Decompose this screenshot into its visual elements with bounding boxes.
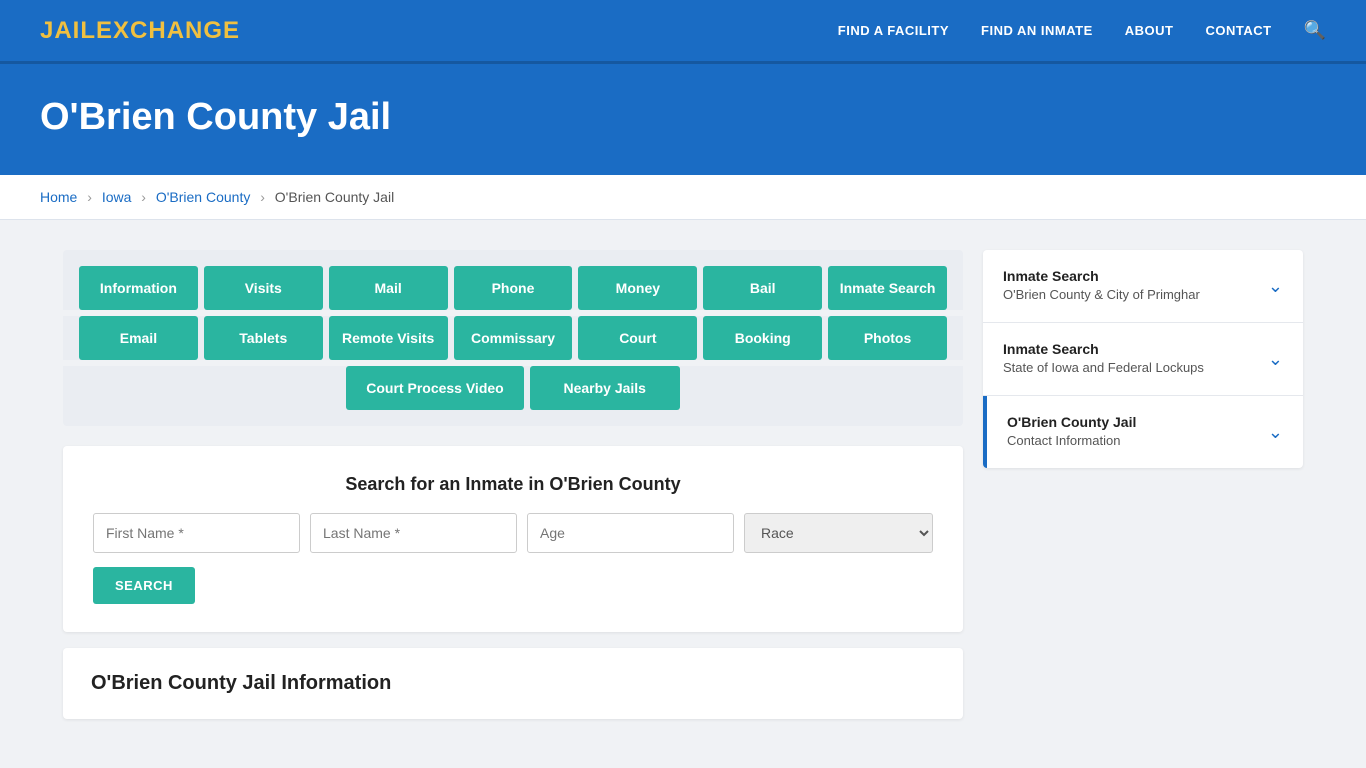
btn-visits[interactable]: Visits — [204, 266, 323, 310]
breadcrumb-obrien-county[interactable]: O'Brien County — [156, 189, 251, 205]
sidebar-strong-0: Inmate Search — [1003, 268, 1200, 284]
btn-phone[interactable]: Phone — [454, 266, 573, 310]
sidebar-item-1[interactable]: Inmate Search State of Iowa and Federal … — [983, 323, 1303, 396]
btn-mail[interactable]: Mail — [329, 266, 448, 310]
btn-booking[interactable]: Booking — [703, 316, 822, 360]
sidebar-sub-1: State of Iowa and Federal Lockups — [1003, 360, 1204, 375]
btn-inmate-search[interactable]: Inmate Search — [828, 266, 947, 310]
first-name-input[interactable] — [93, 513, 300, 553]
button-grid-row2: Email Tablets Remote Visits Commissary C… — [63, 316, 963, 360]
breadcrumb-current: O'Brien County Jail — [275, 189, 394, 205]
breadcrumb-home[interactable]: Home — [40, 189, 77, 205]
age-input[interactable] — [527, 513, 734, 553]
nav-contact[interactable]: CONTACT — [1205, 23, 1271, 38]
breadcrumb-iowa[interactable]: Iowa — [102, 189, 132, 205]
sidebar-text-0: Inmate Search O'Brien County & City of P… — [1003, 268, 1200, 304]
chevron-icon-1: ⌄ — [1268, 349, 1283, 370]
hero-banner: O'Brien County Jail — [0, 64, 1366, 175]
search-icon[interactable]: 🔍 — [1304, 20, 1326, 41]
sidebar-card: Inmate Search O'Brien County & City of P… — [983, 250, 1303, 468]
btn-court-process-video[interactable]: Court Process Video — [346, 366, 523, 410]
race-select[interactable]: Race White Black Hispanic Asian Other — [744, 513, 933, 553]
breadcrumb-sep-1: › — [87, 189, 92, 205]
chevron-icon-2: ⌄ — [1268, 422, 1283, 443]
btn-nearby-jails[interactable]: Nearby Jails — [530, 366, 680, 410]
sidebar-sub-2: Contact Information — [1007, 433, 1120, 448]
chevron-icon-0: ⌄ — [1268, 276, 1283, 297]
main-nav: FIND A FACILITY FIND AN INMATE ABOUT CON… — [838, 20, 1326, 41]
sidebar-item-0[interactable]: Inmate Search O'Brien County & City of P… — [983, 250, 1303, 323]
nav-find-inmate[interactable]: FIND AN INMATE — [981, 23, 1093, 38]
breadcrumb-sep-3: › — [260, 189, 265, 205]
btn-money[interactable]: Money — [578, 266, 697, 310]
logo-jail: JAIL — [40, 17, 96, 44]
logo-exchange: EXCHANGE — [96, 17, 240, 44]
info-section: O'Brien County Jail Information — [63, 648, 963, 719]
sidebar-text-1: Inmate Search State of Iowa and Federal … — [1003, 341, 1204, 377]
search-button[interactable]: SEARCH — [93, 567, 195, 604]
main-content: Information Visits Mail Phone Money Bail… — [33, 220, 1333, 749]
btn-tablets[interactable]: Tablets — [204, 316, 323, 360]
info-title: O'Brien County Jail Information — [91, 672, 935, 695]
sidebar-sub-0: O'Brien County & City of Primghar — [1003, 287, 1200, 302]
sidebar-strong-1: Inmate Search — [1003, 341, 1204, 357]
right-sidebar: Inmate Search O'Brien County & City of P… — [983, 250, 1303, 719]
button-grid-row3: Court Process Video Nearby Jails — [63, 366, 963, 426]
left-column: Information Visits Mail Phone Money Bail… — [63, 250, 963, 719]
breadcrumb-sep-2: › — [141, 189, 146, 205]
btn-commissary[interactable]: Commissary — [454, 316, 573, 360]
site-header: JAILEXCHANGE FIND A FACILITY FIND AN INM… — [0, 0, 1366, 64]
breadcrumb: Home › Iowa › O'Brien County › O'Brien C… — [0, 175, 1366, 220]
search-fields: Race White Black Hispanic Asian Other — [93, 513, 933, 553]
nav-about[interactable]: ABOUT — [1125, 23, 1174, 38]
search-title: Search for an Inmate in O'Brien County — [93, 474, 933, 495]
sidebar-text-2: O'Brien County Jail Contact Information — [1007, 414, 1136, 450]
btn-remote-visits[interactable]: Remote Visits — [329, 316, 448, 360]
sidebar-item-2[interactable]: O'Brien County Jail Contact Information … — [983, 396, 1303, 468]
inmate-search-box: Search for an Inmate in O'Brien County R… — [63, 446, 963, 632]
sidebar-strong-2: O'Brien County Jail — [1007, 414, 1136, 430]
btn-photos[interactable]: Photos — [828, 316, 947, 360]
btn-information[interactable]: Information — [79, 266, 198, 310]
button-grid-row1: Information Visits Mail Phone Money Bail… — [63, 250, 963, 310]
btn-bail[interactable]: Bail — [703, 266, 822, 310]
btn-email[interactable]: Email — [79, 316, 198, 360]
last-name-input[interactable] — [310, 513, 517, 553]
nav-find-facility[interactable]: FIND A FACILITY — [838, 23, 949, 38]
site-logo[interactable]: JAILEXCHANGE — [40, 17, 240, 45]
btn-court[interactable]: Court — [578, 316, 697, 360]
page-title: O'Brien County Jail — [40, 96, 1326, 139]
